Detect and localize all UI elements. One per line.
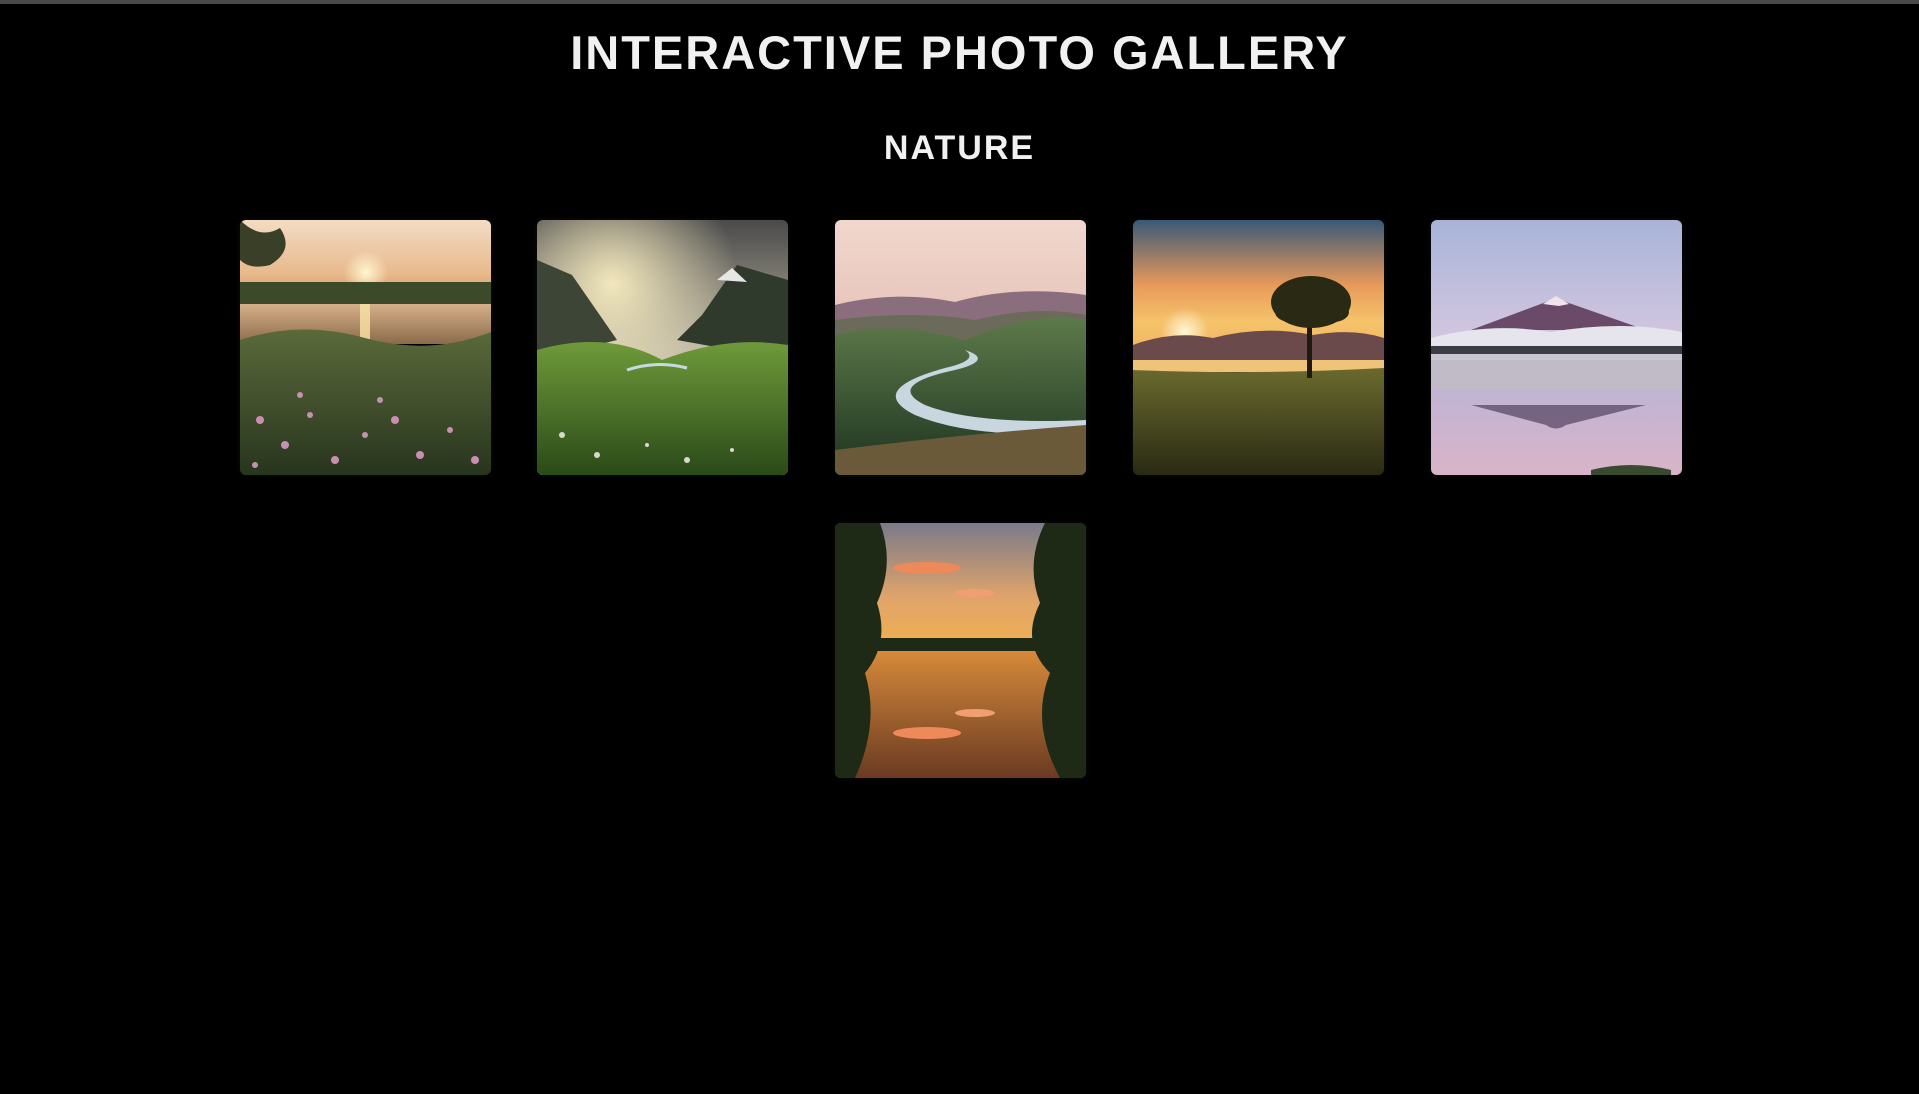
page-title: INTERACTIVE PHOTO GALLERY [570,26,1349,79]
gallery-photo-3[interactable] [835,220,1086,475]
section-heading-nature: NATURE [883,129,1036,167]
lakeside-sunset-photo [240,220,491,475]
lone-tree-sunset-photo [1133,220,1384,475]
misty-mountain-lake-photo [1431,220,1682,475]
winding-river-photo [835,220,1086,475]
gallery-photo-5[interactable] [1431,220,1682,475]
gallery-photo-4[interactable] [1133,220,1384,475]
mountain-valley-photo [537,220,788,475]
top-border [0,0,1919,4]
gallery-photo-6[interactable] [835,523,1086,778]
gallery-photo-1[interactable] [240,220,491,475]
forest-lake-sunset-photo [835,523,1086,778]
gallery-photo-2[interactable] [537,220,788,475]
